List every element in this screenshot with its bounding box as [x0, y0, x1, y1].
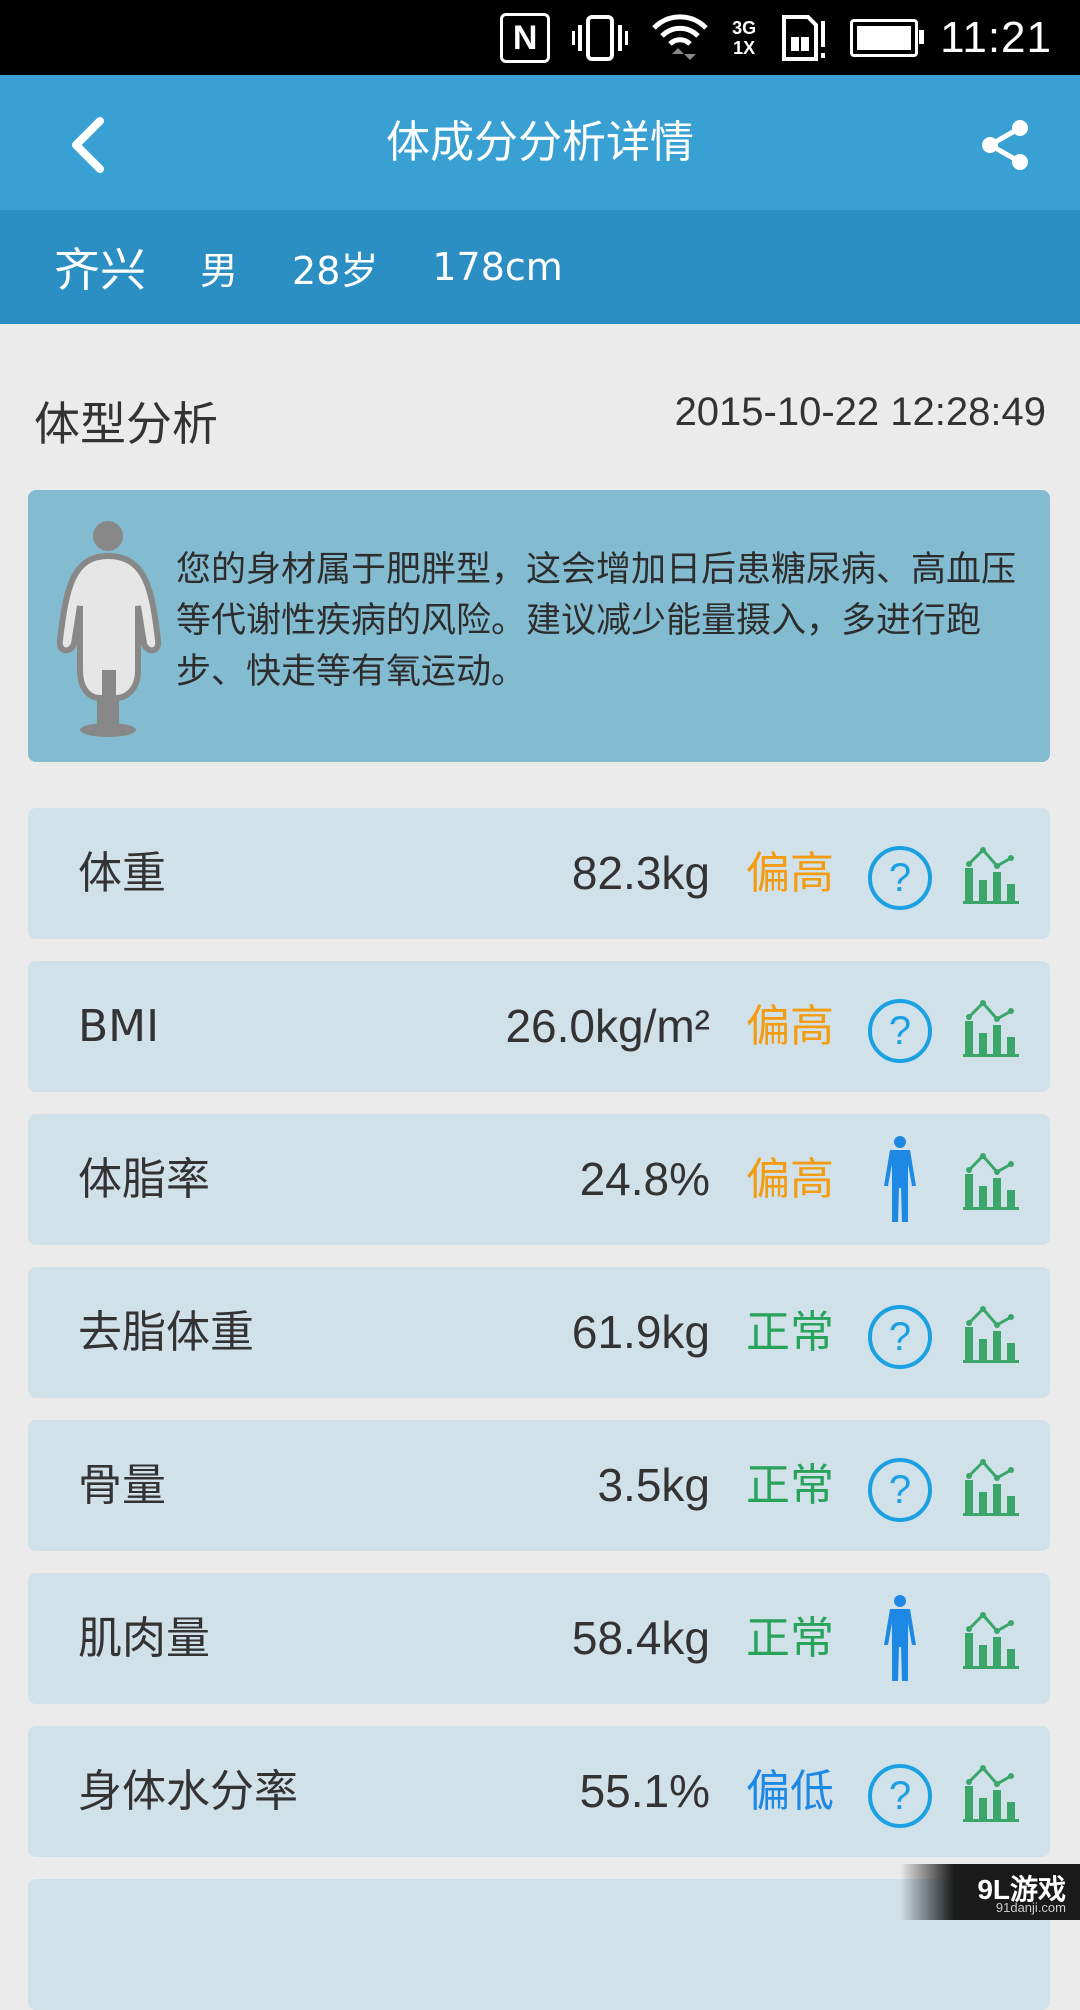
signal-icon: 3G 1X: [732, 18, 756, 58]
metric-row-body-fat-rate[interactable]: 体脂率 24.8% 偏高: [28, 1114, 1050, 1245]
help-icon[interactable]: ?: [868, 999, 932, 1063]
vibrate-icon: [572, 14, 629, 61]
trend-chart-icon[interactable]: [963, 1303, 1019, 1363]
body-type-advice-card: 您的身材属于肥胖型，这会增加日后患糖尿病、高血压等代谢性疾病的风险。建议减少能量…: [28, 490, 1050, 762]
user-info-bar: 齐兴 男 28岁 178cm: [0, 210, 1080, 324]
section-header: 体型分析 2015-10-22 12:28:49: [34, 378, 1046, 458]
help-icon[interactable]: ?: [868, 846, 932, 910]
metric-status-badge: 偏高: [746, 1154, 834, 1205]
status-icons: N 3G 1X 11:21: [500, 0, 1052, 75]
battery-icon: [850, 18, 925, 57]
metric-value: 55.1%: [579, 1765, 710, 1817]
metric-label: 体重: [78, 848, 166, 899]
trend-chart-icon[interactable]: [963, 1150, 1019, 1210]
metric-status-badge: 正常: [746, 1307, 834, 1358]
status-bar: N 3G 1X 11:21: [0, 0, 1080, 75]
wifi-icon: [650, 10, 710, 66]
nfc-icon: N: [500, 12, 551, 63]
metric-value: 26.0kg/m²: [505, 1000, 710, 1052]
status-time: 11:21: [940, 12, 1052, 62]
user-name: 齐兴: [54, 243, 146, 297]
metric-value: 3.5kg: [597, 1459, 710, 1511]
metric-row-muscle-mass[interactable]: 肌肉量 58.4kg 正常: [28, 1573, 1050, 1704]
user-sex: 男: [200, 248, 239, 293]
network-type-top: 3G: [732, 17, 757, 38]
metric-label: 骨量: [78, 1460, 166, 1511]
trend-chart-icon[interactable]: [963, 1609, 1019, 1669]
metric-value: 61.9kg: [571, 1306, 710, 1358]
user-height: 178cm: [432, 245, 563, 289]
help-icon[interactable]: ?: [868, 1458, 932, 1522]
page-title: 体成分分析详情: [386, 117, 694, 168]
metric-label: 肌肉量: [78, 1613, 210, 1664]
network-type-bottom: 1X: [733, 37, 756, 58]
metric-status-badge: 正常: [746, 1460, 834, 1511]
metric-value: 58.4kg: [571, 1612, 710, 1664]
trend-chart-icon[interactable]: [963, 1456, 1019, 1516]
watermark-url: 91danji.com: [995, 1900, 1066, 1915]
metric-label: 去脂体重: [78, 1307, 254, 1358]
share-icon: [982, 120, 1028, 170]
watermark-logo: 9L游戏 91danji.com: [900, 1864, 1080, 1920]
metric-row-body-water-rate[interactable]: 身体水分率 55.1% 偏低?: [28, 1726, 1050, 1857]
trend-chart-icon[interactable]: [963, 1762, 1019, 1822]
body-figure-icon: [56, 521, 162, 737]
help-icon[interactable]: ?: [868, 1305, 932, 1369]
metric-label: BMI: [78, 1001, 160, 1052]
body-map-icon[interactable]: [868, 1595, 932, 1683]
metric-row-bone-mass[interactable]: 骨量 3.5kg 正常?: [28, 1420, 1050, 1551]
help-icon[interactable]: ?: [868, 1764, 932, 1828]
metric-status-badge: 正常: [746, 1613, 834, 1664]
metric-value: 82.3kg: [571, 847, 710, 899]
advice-text: 您的身材属于肥胖型，这会增加日后患糖尿病、高血压等代谢性疾病的风险。建议减少能量…: [176, 550, 1017, 692]
metric-label: 身体水分率: [78, 1766, 298, 1817]
trend-chart-icon[interactable]: [963, 997, 1019, 1057]
measurement-datetime: 2015-10-22 12:28:49: [674, 390, 1046, 434]
app-bar: 体成分分析详情: [0, 75, 1080, 210]
back-button[interactable]: [48, 105, 128, 185]
metric-status-badge: 偏低: [746, 1766, 834, 1817]
trend-chart-icon[interactable]: [963, 844, 1019, 904]
back-arrow-icon: [72, 117, 104, 173]
metric-value: 24.8%: [579, 1153, 710, 1205]
metric-row-partial[interactable]: [28, 1879, 1050, 2010]
metric-row-weight[interactable]: 体重 82.3kg 偏高?: [28, 808, 1050, 939]
user-age: 28岁: [292, 248, 379, 293]
share-button[interactable]: [970, 110, 1040, 180]
metric-status-badge: 偏高: [746, 1001, 834, 1052]
body-map-icon[interactable]: [868, 1136, 932, 1224]
metric-row-lean-body-mass[interactable]: 去脂体重 61.9kg 正常?: [28, 1267, 1050, 1398]
section-title: 体型分析: [34, 397, 218, 451]
metric-status-badge: 偏高: [746, 848, 834, 899]
sim-alert-icon: [778, 13, 828, 63]
metric-row-bmi[interactable]: BMI 26.0kg/m² 偏高?: [28, 961, 1050, 1092]
metric-label: 体脂率: [78, 1154, 210, 1205]
